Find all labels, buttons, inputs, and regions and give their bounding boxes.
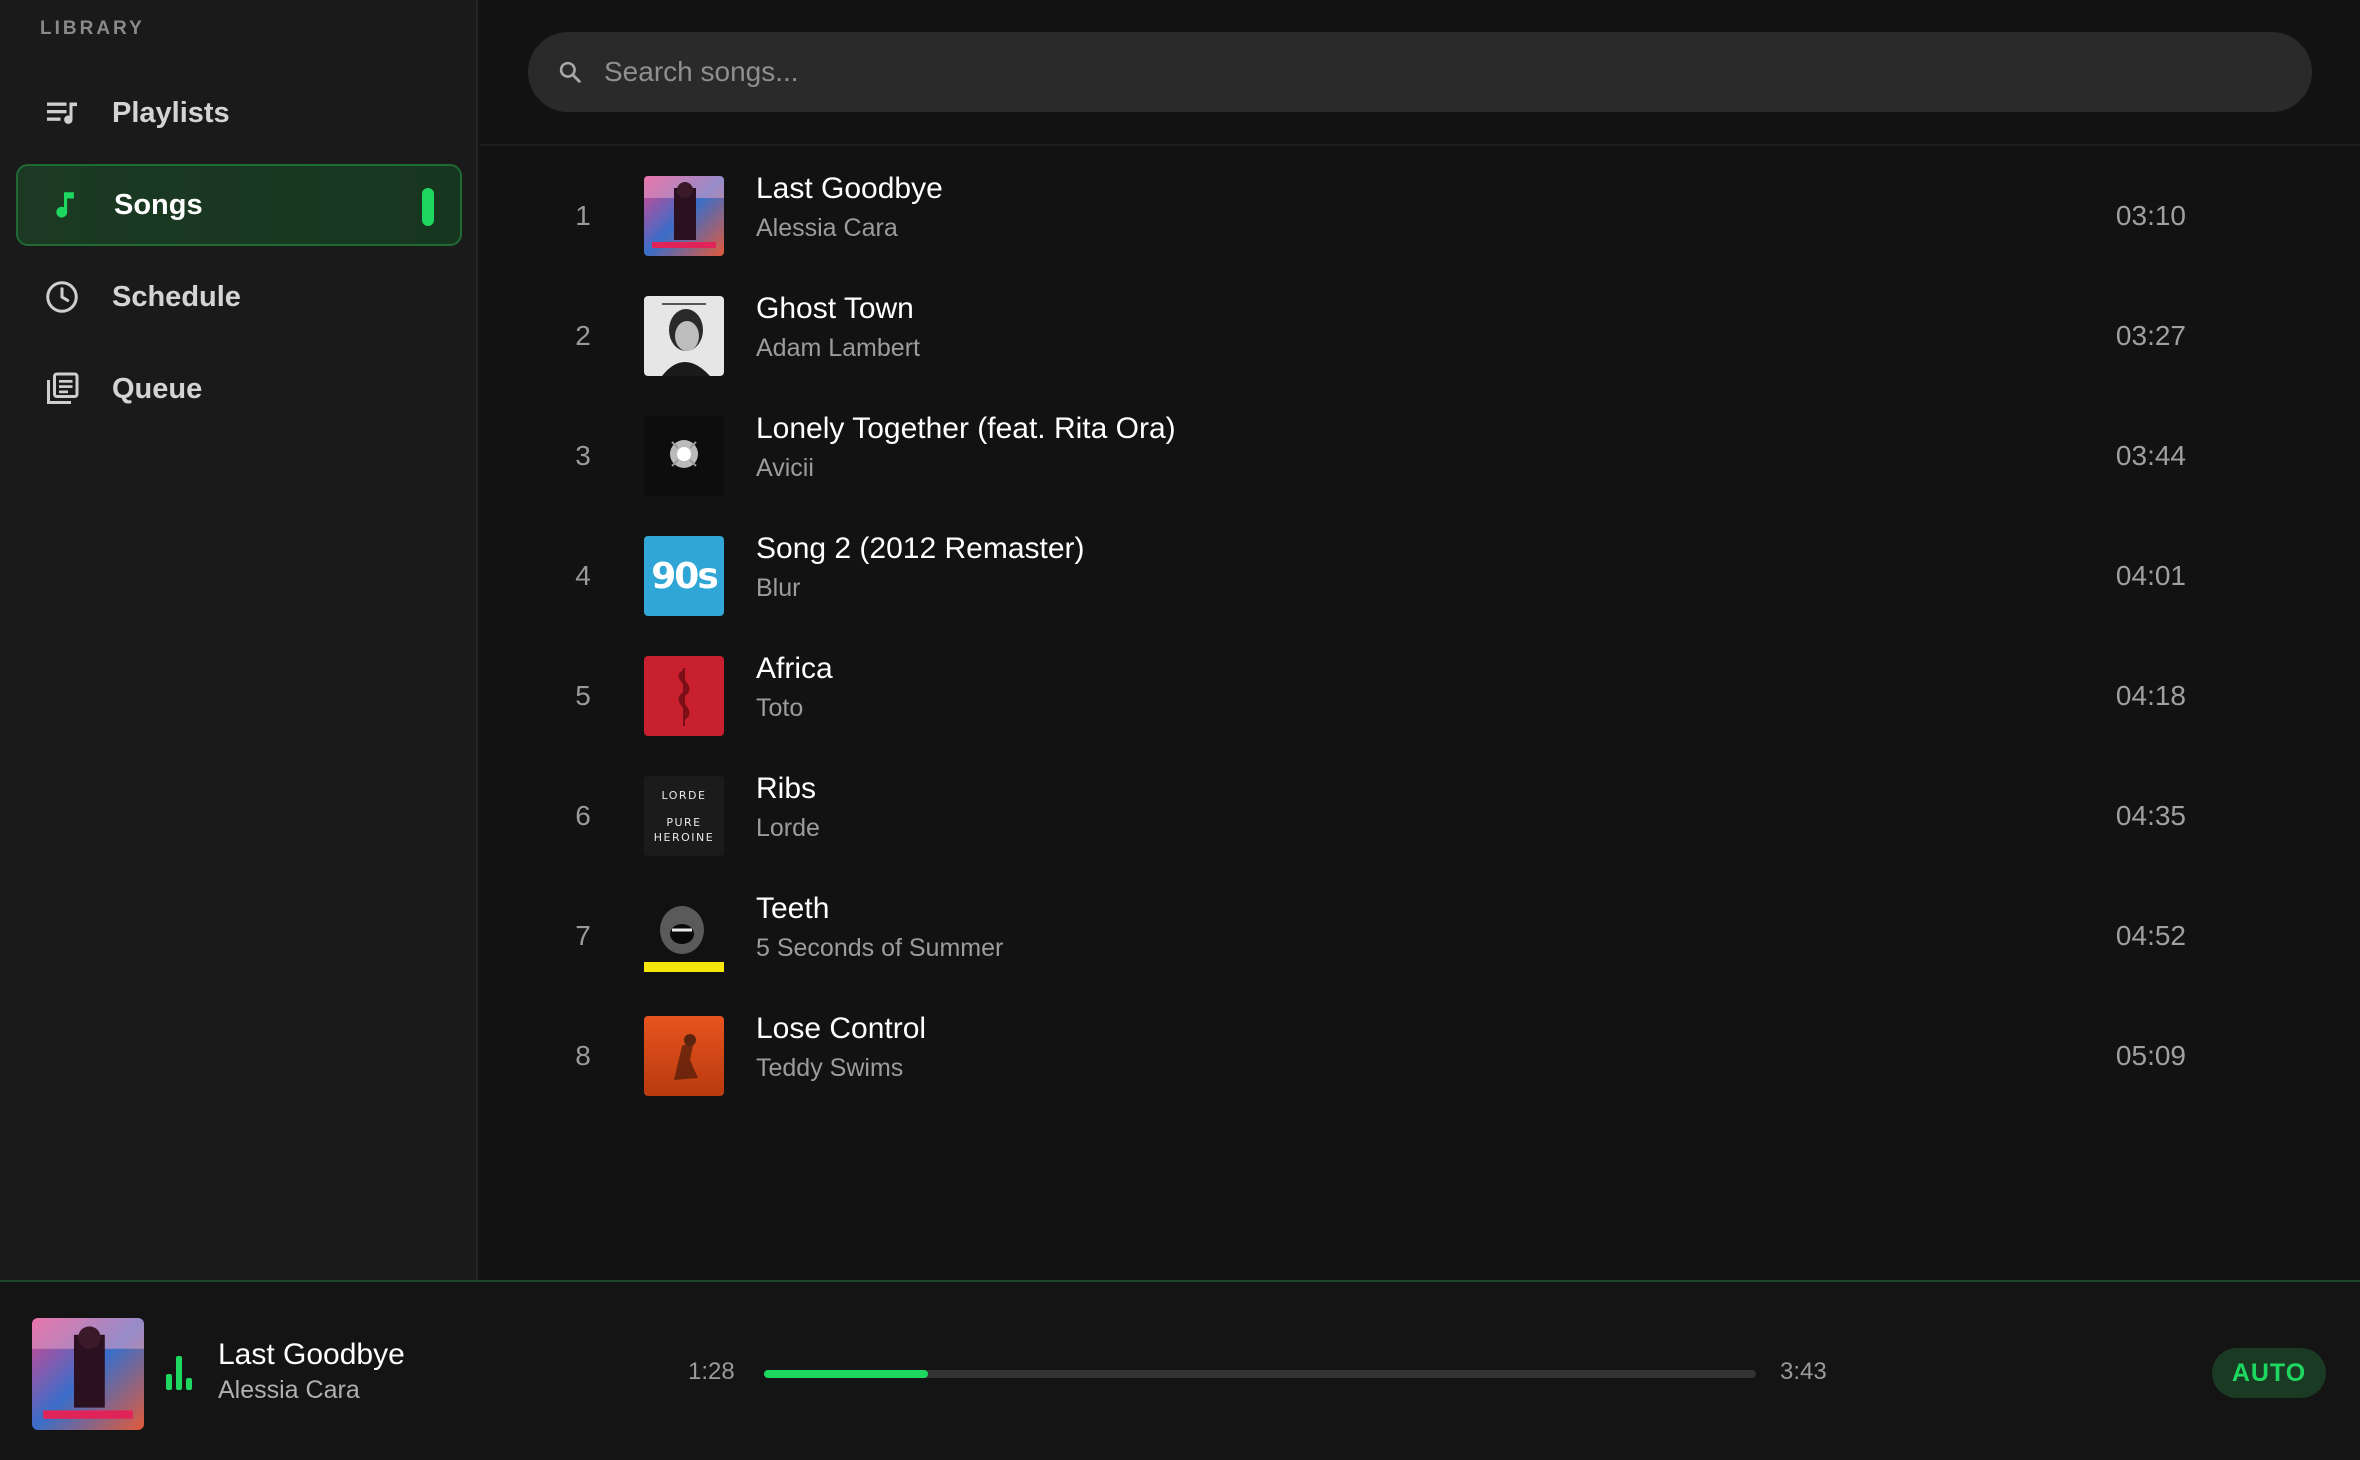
album-cover-text: LORDE (661, 788, 707, 802)
song-duration: 03:10 (2115, 200, 2186, 231)
song-row[interactable]: 8 Lose Control Teddy Swims 05:09 (480, 996, 2360, 1116)
song-title: Lose Control (756, 1012, 927, 1045)
now-playing-cover[interactable] (32, 1318, 144, 1430)
song-artist: Adam Lambert (756, 334, 920, 362)
track-number: 7 (575, 920, 591, 951)
album-cover (644, 176, 724, 256)
song-duration: 04:18 (2115, 680, 2186, 711)
song-title: Last Goodbye (756, 172, 943, 205)
search-input[interactable] (604, 56, 2312, 88)
song-artist: Lorde (756, 814, 820, 842)
main-content: 1 Last Goodbye Alessia Cara 03:10 (480, 0, 2360, 1280)
album-cover (644, 896, 724, 976)
album-cover (644, 656, 724, 736)
album-cover: 90s (644, 536, 724, 616)
song-duration: 04:52 (2115, 920, 2186, 951)
song-artist: Teddy Swims (756, 1054, 904, 1082)
song-row[interactable]: 6 LORDE PURE HEROINE Ribs Lorde 04:35 (480, 756, 2360, 876)
song-duration: 04:01 (2115, 560, 2186, 591)
now-playing-title: Last Goodbye (218, 1338, 405, 1371)
music-note-icon (44, 185, 84, 225)
song-title: Ribs (756, 772, 817, 805)
queue-icon (42, 369, 82, 409)
active-indicator (422, 188, 434, 226)
song-duration: 03:27 (2115, 320, 2186, 351)
sidebar-item-label: Songs (114, 188, 203, 221)
album-cover-text: 90s (651, 555, 719, 597)
song-list: 1 Last Goodbye Alessia Cara 03:10 2 Ghos… (480, 156, 2360, 1116)
now-playing-bar: Last Goodbye Alessia Cara 1:28 3:43 AUTO (0, 1280, 2360, 1460)
song-title: Song 2 (2012 Remaster) (756, 532, 1085, 565)
sidebar-item-label: Schedule (112, 280, 241, 313)
song-row[interactable]: 7 Teeth 5 Seconds of Summer 04:52 (480, 876, 2360, 996)
progress-fill (764, 1370, 928, 1378)
music-app: LIBRARY Playlists Songs Schedule Queue S… (0, 0, 2360, 1460)
track-number: 6 (575, 800, 591, 831)
song-artist: 5 Seconds of Summer (756, 934, 1004, 962)
track-number: 1 (575, 200, 591, 231)
auto-mode-button[interactable]: AUTO (2212, 1348, 2326, 1398)
clock-icon (42, 277, 82, 317)
playlist-icon (42, 93, 82, 133)
current-time: 1:28 (688, 1358, 735, 1385)
sidebar-item-schedule[interactable]: Schedule (16, 256, 462, 338)
song-title: Ghost Town (756, 292, 914, 325)
album-cover (644, 416, 724, 496)
song-duration: 03:44 (2115, 440, 2186, 471)
album-cover: LORDE PURE HEROINE (644, 776, 724, 856)
track-number: 3 (575, 440, 591, 471)
song-duration: 05:09 (2115, 1040, 2186, 1071)
search-bar[interactable] (528, 32, 2312, 112)
sidebar-item-queue[interactable]: Queue (16, 348, 462, 430)
song-row[interactable]: 2 Ghost Town Adam Lambert 03:27 (480, 276, 2360, 396)
equalizer-icon (166, 1354, 198, 1390)
now-playing-artist: Alessia Cara (218, 1376, 360, 1404)
total-time: 3:43 (1780, 1358, 1827, 1385)
song-artist: Alessia Cara (756, 214, 898, 242)
album-cover (644, 1016, 724, 1096)
search-icon (554, 56, 586, 88)
song-artist: Avicii (756, 454, 814, 482)
song-title: Teeth (756, 892, 830, 925)
track-number: 8 (575, 1040, 591, 1071)
song-duration: 04:35 (2115, 800, 2186, 831)
song-row[interactable]: 4 90s Song 2 (2012 Remaster) Blur 04:01 (480, 516, 2360, 636)
sidebar-item-playlists[interactable]: Playlists (16, 72, 462, 154)
sidebar-item-label: Queue (112, 372, 203, 405)
song-artist: Toto (756, 694, 804, 722)
track-number: 4 (575, 560, 591, 591)
library-heading: LIBRARY (40, 18, 145, 39)
album-cover-text: PURE (666, 815, 702, 829)
song-artist: Blur (756, 574, 801, 602)
track-number: 5 (575, 680, 591, 711)
progress-bar[interactable] (764, 1370, 1756, 1378)
song-row[interactable]: 1 Last Goodbye Alessia Cara 03:10 (480, 156, 2360, 276)
album-cover (644, 296, 724, 376)
song-row[interactable]: 5 Africa Toto 04:18 (480, 636, 2360, 756)
song-title: Lonely Together (feat. Rita Ora) (756, 412, 1176, 445)
sidebar-item-label: Playlists (112, 96, 230, 129)
song-title: Africa (756, 652, 833, 685)
sidebar: LIBRARY Playlists Songs Schedule Queue (0, 0, 478, 1280)
album-cover-text: HEROINE (653, 830, 715, 844)
divider (480, 144, 2360, 146)
sidebar-item-songs[interactable]: Songs (16, 164, 462, 246)
track-number: 2 (575, 320, 591, 351)
song-row[interactable]: 3 Lonely Together (feat. Rita Ora) Avici… (480, 396, 2360, 516)
